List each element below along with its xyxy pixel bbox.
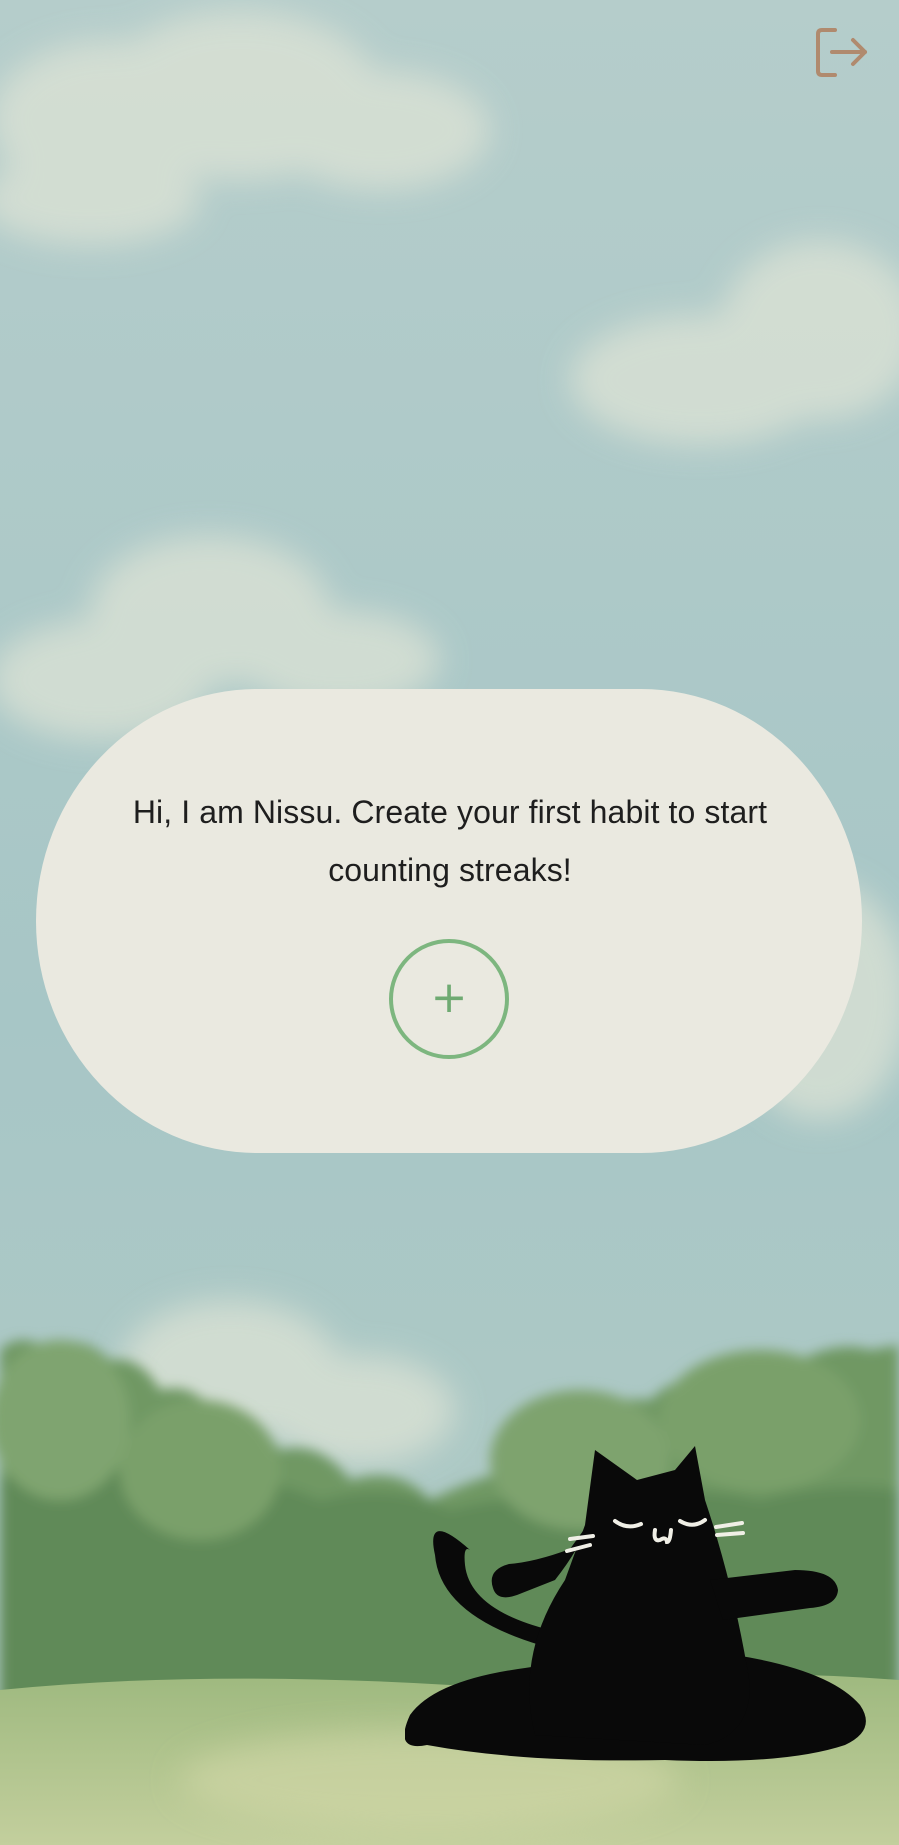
welcome-message: Hi, I am Nissu. Create your first habit … [132, 794, 768, 888]
logout-icon [816, 28, 867, 77]
logout-button[interactable] [810, 22, 872, 84]
speech-bubble [36, 689, 862, 1153]
cat-mascot [405, 1446, 866, 1761]
add-habit-button[interactable]: + [389, 939, 509, 1059]
plus-icon: + [430, 971, 468, 1023]
